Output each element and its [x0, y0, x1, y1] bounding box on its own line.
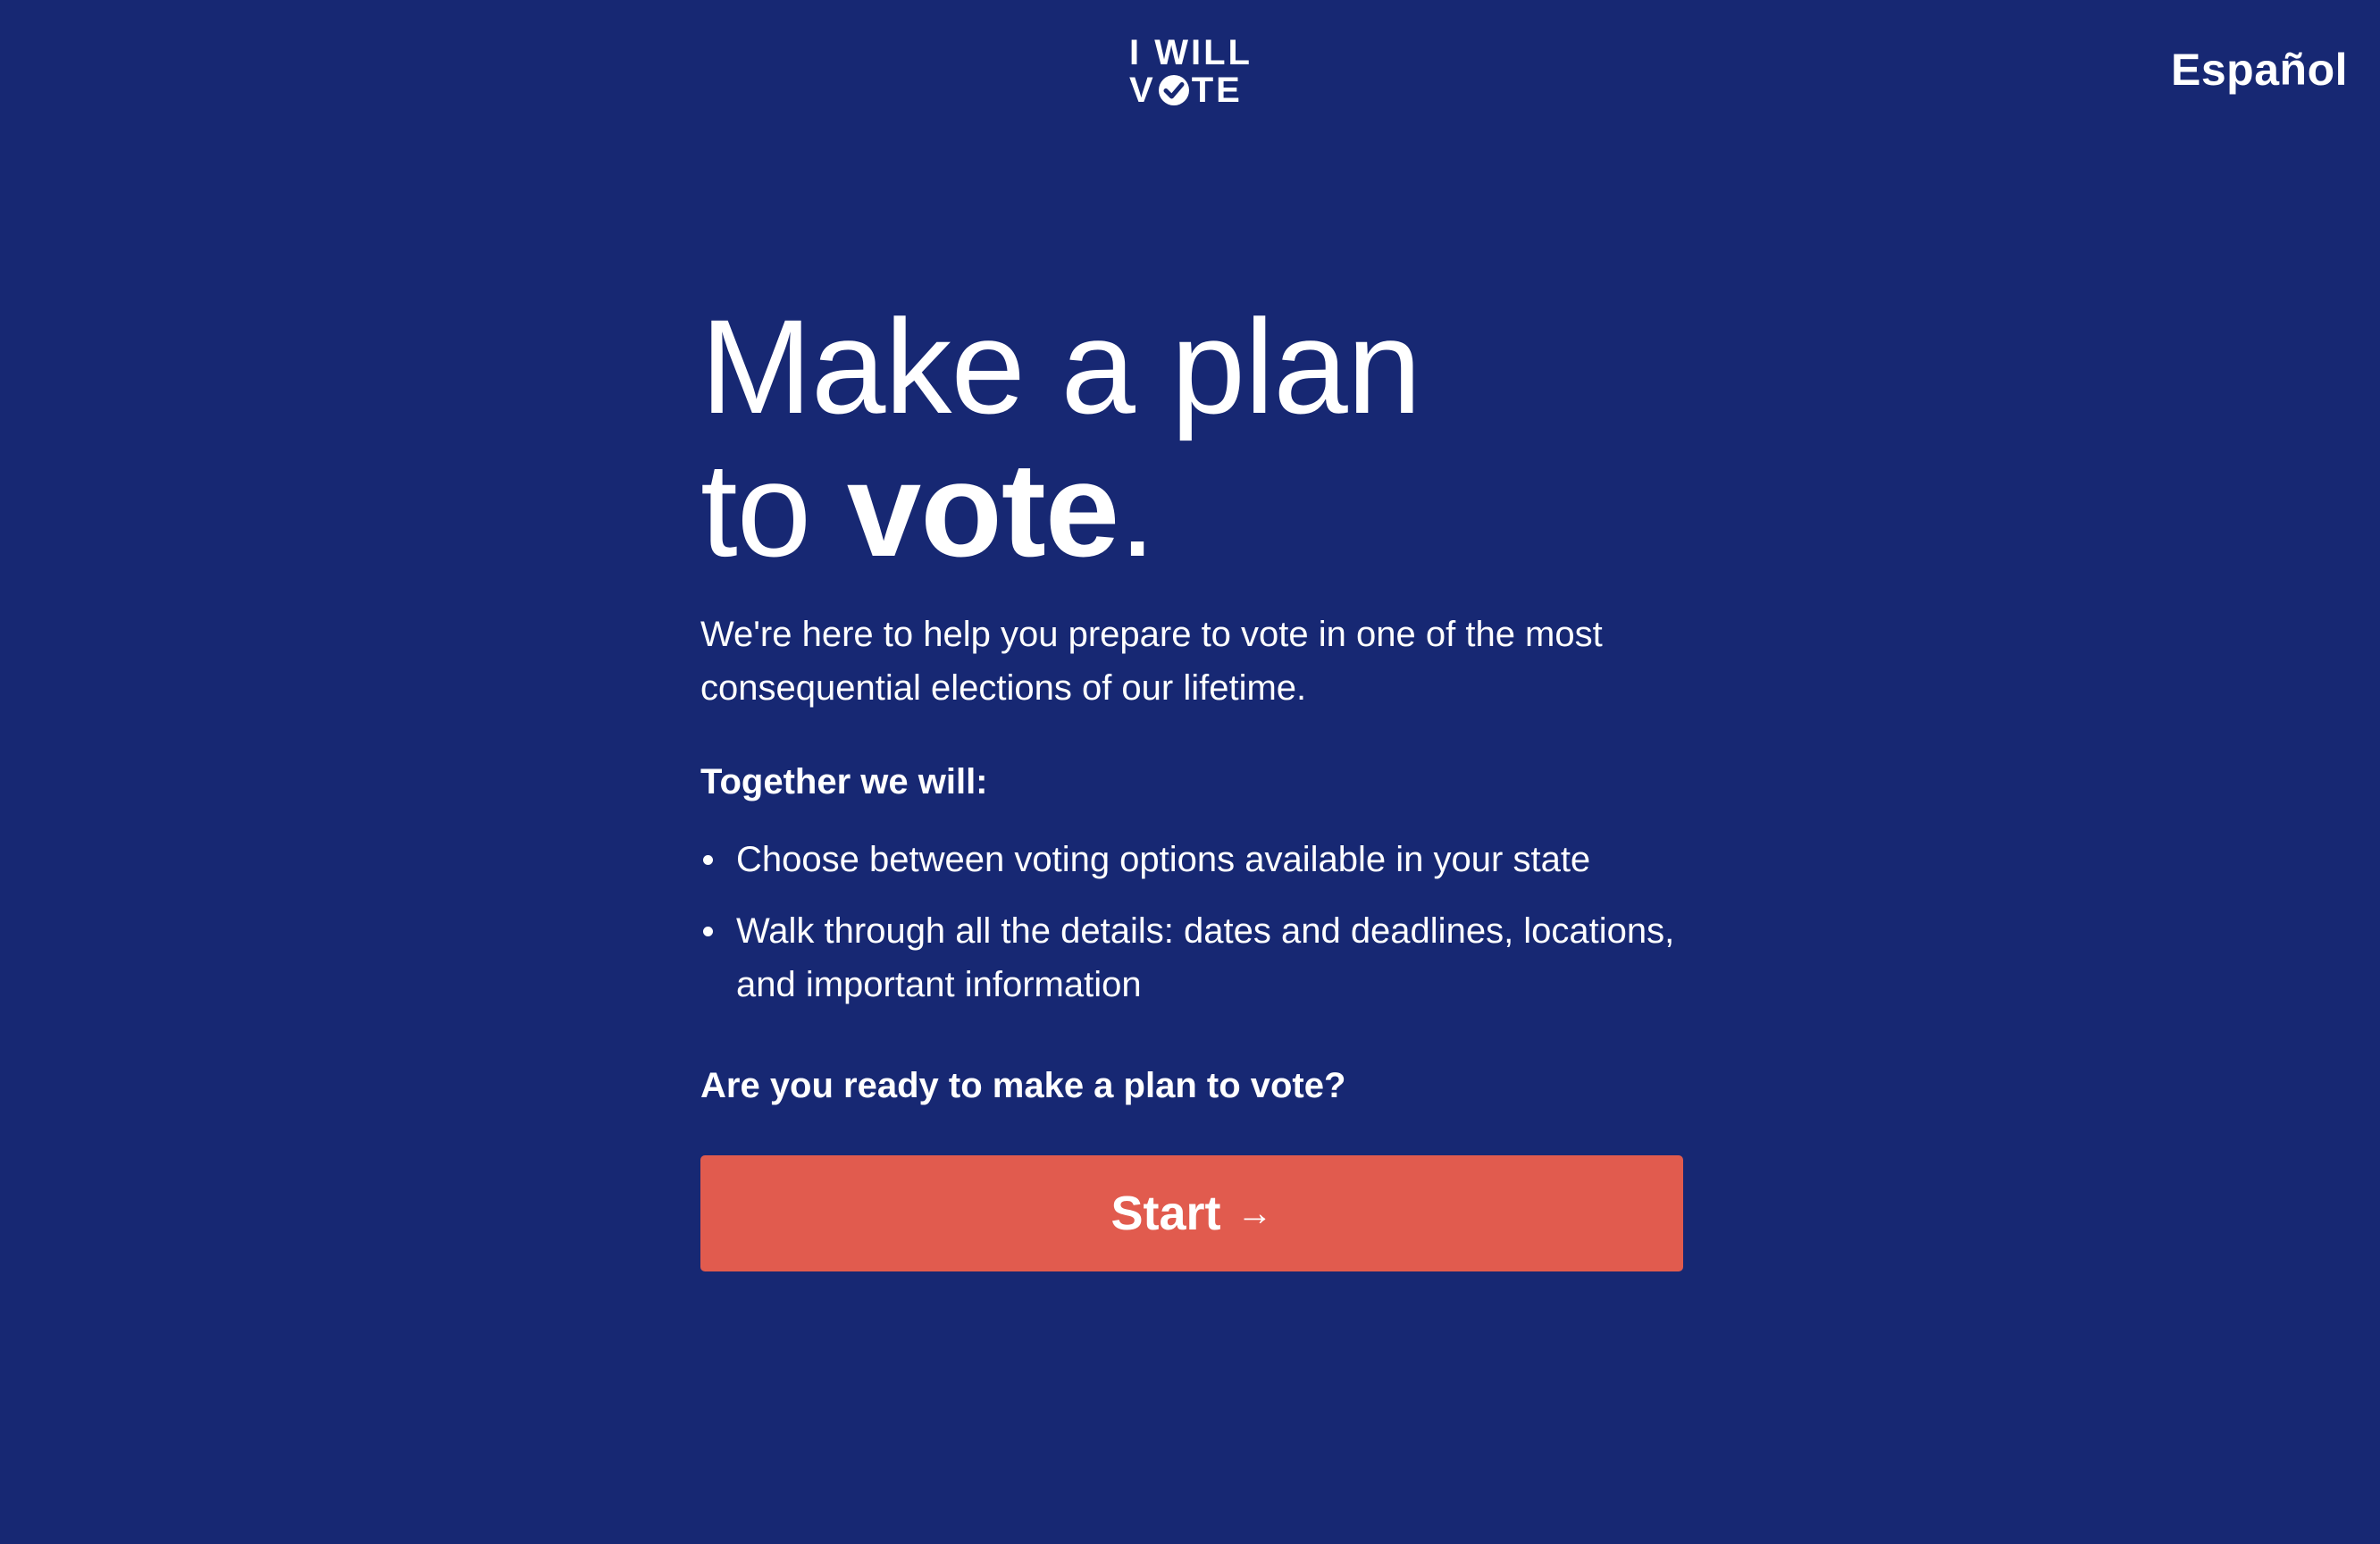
headline-prefix: to	[700, 434, 847, 584]
list-item-text: Choose between voting options available …	[736, 840, 1591, 879]
logo-text-bottom: V TE	[1129, 71, 1259, 109]
bullet-dot-icon	[703, 927, 713, 936]
start-button-label: Start	[1110, 1187, 1221, 1240]
page-title: Make a plan to vote.	[700, 295, 1683, 581]
i-will-vote-logo[interactable]: I WILL V TE	[1129, 33, 1259, 109]
list-item-text: Walk through all the details: dates and …	[736, 911, 1675, 1004]
logo-text-v: V	[1129, 71, 1156, 110]
intro-paragraph: We're here to help you prepare to vote i…	[700, 615, 1603, 708]
check-circle-icon	[1158, 75, 1189, 105]
logo-text-te: TE	[1191, 71, 1243, 110]
list-item: Walk through all the details: dates and …	[700, 904, 1683, 1011]
start-button[interactable]: Start →	[700, 1155, 1683, 1271]
arrow-right-icon: →	[1236, 1194, 1273, 1233]
landing-content: Make a plan to vote. We're here to help …	[700, 295, 1683, 1271]
bullet-dot-icon	[703, 855, 713, 865]
language-toggle-espanol[interactable]: Español	[2171, 43, 2348, 96]
headline-line-1: Make a plan	[700, 291, 1421, 441]
ready-question: Are you ready to make a plan to vote?	[700, 1066, 1346, 1105]
headline-line-2: to vote.	[700, 438, 1683, 581]
logo-text-top: I WILL	[1129, 33, 1253, 72]
headline-suffix: .	[1119, 434, 1156, 584]
headline-bold-vote: vote	[846, 434, 1119, 584]
together-heading: Together we will:	[700, 762, 988, 801]
benefits-list: Choose between voting options available …	[700, 833, 1683, 1011]
list-item: Choose between voting options available …	[700, 833, 1683, 886]
